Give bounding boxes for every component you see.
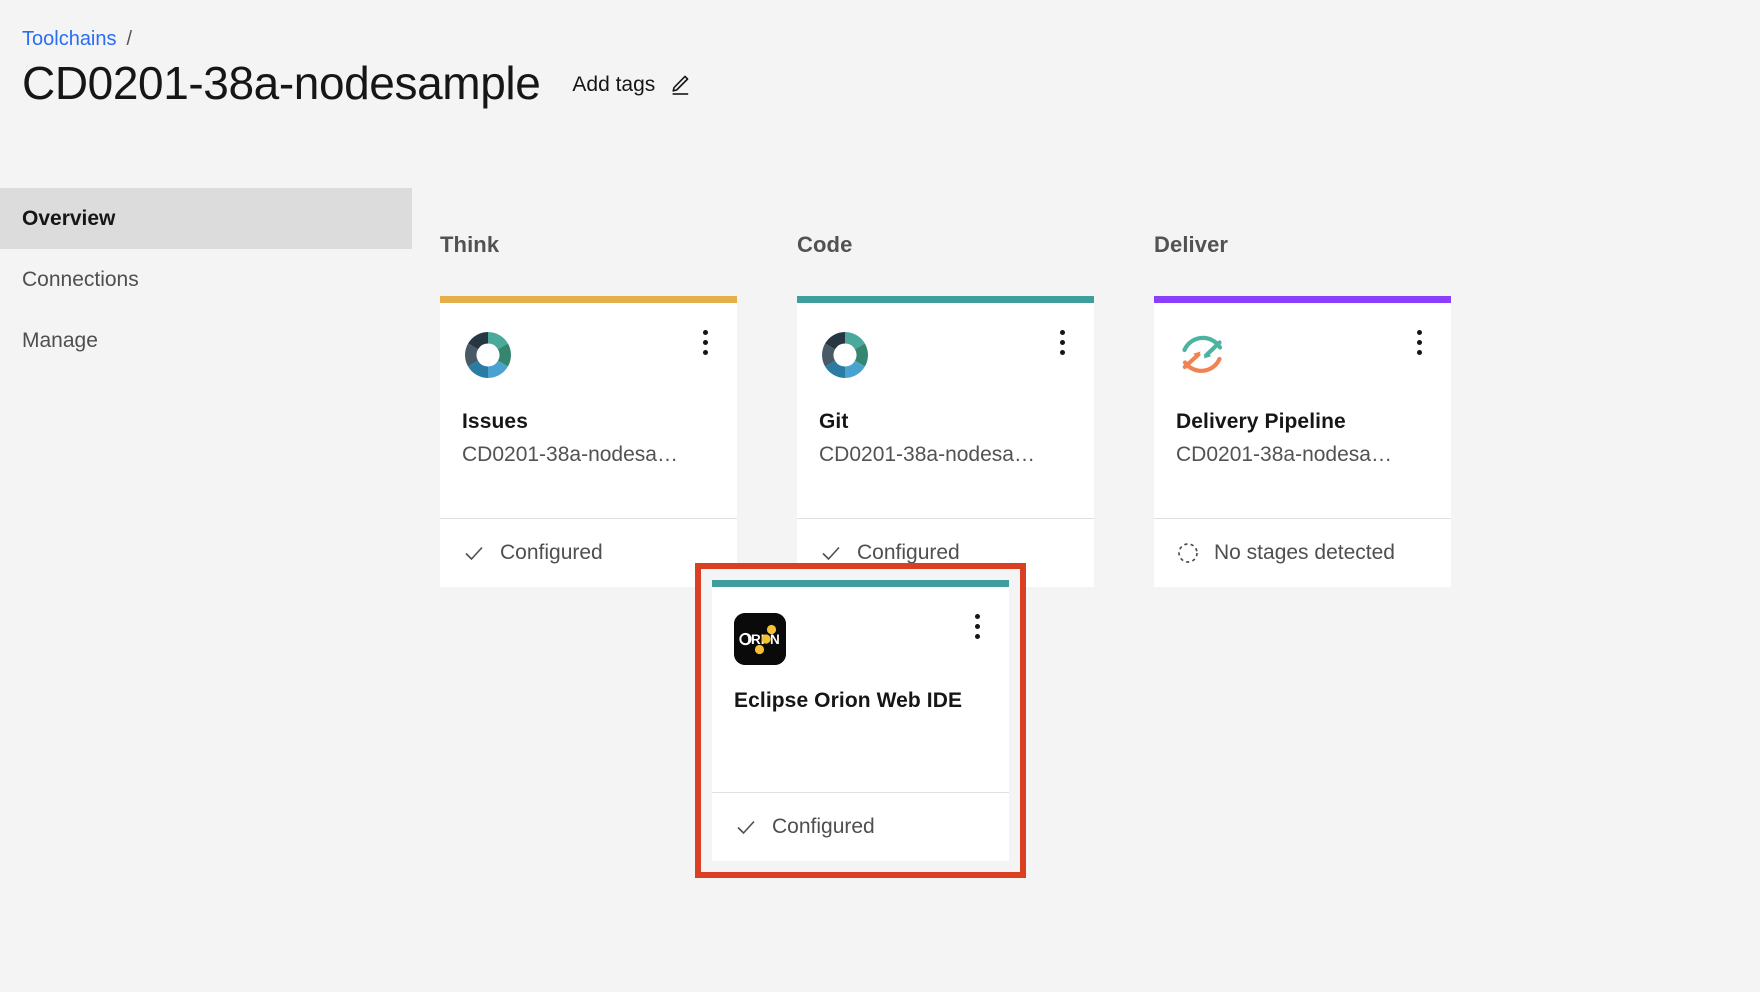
column-header: Think bbox=[440, 232, 500, 257]
tool-card-issues[interactable]: Issues CD0201-38a-nodesa… Configured bbox=[440, 296, 737, 587]
overflow-menu-icon[interactable] bbox=[1048, 325, 1076, 359]
column-deliver: Deliver Delivery Pipeline CD0201-38a-nod… bbox=[1154, 232, 1451, 587]
sidebar-item-label: Manage bbox=[22, 328, 98, 352]
sidebar-item-label: Overview bbox=[22, 206, 116, 230]
overflow-menu-icon[interactable] bbox=[1405, 325, 1433, 359]
tool-card-delivery-pipeline[interactable]: Delivery Pipeline CD0201-38a-nodesa… No … bbox=[1154, 296, 1451, 587]
dot bbox=[702, 349, 708, 355]
sidebar-item-overview[interactable]: Overview bbox=[0, 188, 412, 249]
add-tags-button[interactable]: Add tags bbox=[572, 72, 692, 98]
card-accent-bar bbox=[1154, 296, 1451, 303]
card-body: Issues CD0201-38a-nodesa… bbox=[440, 303, 737, 518]
overflow-menu-icon[interactable] bbox=[691, 325, 719, 359]
orion-logo-icon: O RI N bbox=[734, 613, 987, 665]
card-subtitle: CD0201-38a-nodesa… bbox=[1176, 443, 1392, 466]
card-accent-bar bbox=[712, 580, 1009, 587]
highlight-selection-box: O RI N Eclipse Orion Web IDE Configured bbox=[695, 563, 1026, 878]
pencil-icon[interactable] bbox=[666, 72, 692, 98]
card-title: Issues bbox=[462, 410, 528, 433]
breadcrumb-link-toolchains[interactable]: Toolchains bbox=[22, 28, 117, 50]
card-subtitle: CD0201-38a-nodesa… bbox=[462, 443, 678, 466]
check-icon bbox=[734, 815, 758, 839]
dot bbox=[974, 613, 980, 619]
breadcrumb: Toolchains / bbox=[22, 27, 132, 51]
check-icon bbox=[819, 541, 843, 565]
dot bbox=[974, 623, 980, 629]
toolchain-board: Think Issues CD0201-38a-nodesa… Configur… bbox=[440, 232, 1451, 587]
sidebar-item-label: Connections bbox=[22, 267, 139, 291]
status-label: Configured bbox=[857, 541, 960, 564]
card-body: Git CD0201-38a-nodesa… bbox=[797, 303, 1094, 518]
overflow-menu-icon[interactable] bbox=[963, 609, 991, 643]
sidebar-item-manage[interactable]: Manage bbox=[0, 310, 412, 371]
column-header: Deliver bbox=[1154, 232, 1229, 257]
dot bbox=[1416, 329, 1422, 335]
check-icon bbox=[462, 541, 486, 565]
title-row: CD0201-38a-nodesample Add tags bbox=[22, 56, 692, 110]
dot bbox=[1059, 339, 1065, 345]
dot bbox=[1416, 339, 1422, 345]
card-body: O RI N Eclipse Orion Web IDE bbox=[712, 587, 1009, 792]
dashed-circle-icon bbox=[1176, 541, 1200, 565]
tool-card-eclipse-orion-web-ide[interactable]: O RI N Eclipse Orion Web IDE Configured bbox=[712, 580, 1009, 861]
dot bbox=[1059, 349, 1065, 355]
sidebar: Overview Connections Manage bbox=[0, 188, 412, 371]
tool-card-git[interactable]: Git CD0201-38a-nodesa… Configured bbox=[797, 296, 1094, 587]
donut-icon bbox=[462, 332, 514, 385]
card-status: No stages detected bbox=[1154, 518, 1451, 587]
card-title: Eclipse Orion Web IDE bbox=[734, 689, 963, 712]
dot bbox=[1059, 329, 1065, 335]
card-status: Configured bbox=[440, 518, 737, 587]
breadcrumb-separator: / bbox=[126, 28, 133, 50]
dot bbox=[702, 329, 708, 335]
column-header: Code bbox=[797, 232, 853, 257]
status-label: No stages detected bbox=[1214, 541, 1395, 564]
pipeline-loop-icon bbox=[1176, 335, 1228, 385]
dot bbox=[702, 339, 708, 345]
column-think: Think Issues CD0201-38a-nodesa… Configur… bbox=[440, 232, 737, 587]
card-status: Configured bbox=[712, 792, 1009, 861]
sidebar-item-connections[interactable]: Connections bbox=[0, 249, 412, 310]
card-accent-bar bbox=[440, 296, 737, 303]
card-title: Git bbox=[819, 410, 849, 433]
page-title: CD0201-38a-nodesample bbox=[22, 57, 541, 109]
donut-icon bbox=[819, 332, 871, 385]
column-code: Code Git CD0201-38a-nodesa… Configured bbox=[797, 232, 1094, 587]
add-tags-label: Add tags bbox=[572, 73, 656, 96]
card-body: Delivery Pipeline CD0201-38a-nodesa… bbox=[1154, 303, 1451, 518]
card-title: Delivery Pipeline bbox=[1176, 410, 1346, 433]
dot bbox=[1416, 349, 1422, 355]
card-subtitle: CD0201-38a-nodesa… bbox=[819, 443, 1035, 466]
status-label: Configured bbox=[500, 541, 603, 564]
page-header: Toolchains / CD0201-38a-nodesample Add ta… bbox=[0, 0, 1760, 170]
toolchain-overview-page: Toolchains / CD0201-38a-nodesample Add ta… bbox=[0, 0, 1760, 992]
status-label: Configured bbox=[772, 815, 875, 838]
card-accent-bar bbox=[797, 296, 1094, 303]
svg-text:N: N bbox=[770, 632, 780, 647]
dot bbox=[974, 633, 980, 639]
